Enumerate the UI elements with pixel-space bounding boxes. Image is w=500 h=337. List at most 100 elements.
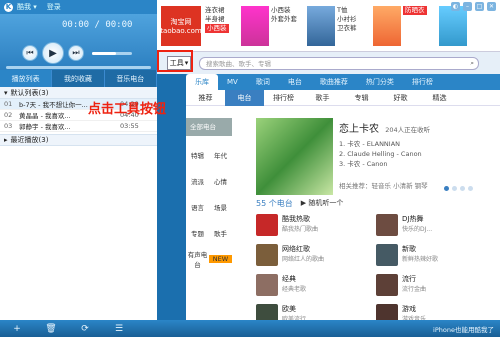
category-all[interactable]: 全部电台: [186, 118, 232, 136]
carousel-dot[interactable]: [444, 186, 449, 191]
maximize-button[interactable]: □: [475, 2, 484, 11]
ad-column-3[interactable]: T恤 小衬衫 卫衣裤: [337, 6, 371, 51]
song-item[interactable]: 1. 卡农 - ELANNIAN: [339, 139, 430, 149]
tab-mv[interactable]: MV: [218, 78, 247, 86]
carousel-dot[interactable]: [460, 186, 465, 191]
subnav-featured[interactable]: 精选: [420, 93, 459, 103]
ad-link[interactable]: T恤: [337, 6, 371, 15]
ad-column-1[interactable]: 连衣裙 半身裙 小西装: [205, 6, 239, 51]
search-icon[interactable]: ⌕: [470, 59, 474, 68]
delete-icon[interactable]: 🗑: [34, 324, 68, 334]
category-item[interactable]: 专题: [186, 228, 209, 238]
subnav-radio[interactable]: 电台: [225, 89, 264, 106]
related-tags[interactable]: 相关推荐：轻音乐 小清新 钢琴: [339, 180, 428, 190]
ad-link[interactable]: 小衬衫: [337, 15, 371, 24]
ad-image-1[interactable]: [241, 6, 269, 46]
table-row[interactable]: 03 郭静宇 - 我喜欢... 03:55: [0, 121, 157, 132]
station-name[interactable]: DJ热舞: [402, 214, 432, 224]
tab-recommend[interactable]: 歌曲推荐: [311, 77, 357, 87]
ad-image-2[interactable]: [307, 6, 335, 46]
ad-link[interactable]: 连衣裙: [205, 6, 239, 15]
recent-playlist-header[interactable]: ▸ 最近播放(3): [0, 134, 157, 146]
station-item[interactable]: DJ热舞 快乐的DJ...: [376, 214, 496, 238]
carousel-dot[interactable]: [468, 186, 473, 191]
stations-grid: 酷我热歌 酷我热门歌曲 DJ热舞 快乐的DJ... 网络红歌 网络红人的歌曲 新歌 新鲜热辣好…: [256, 214, 496, 328]
ad-image-4[interactable]: [439, 6, 467, 46]
ad-image-3[interactable]: [373, 6, 401, 46]
refresh-icon[interactable]: ⟳: [68, 324, 102, 334]
ad-link[interactable]: 卫衣裤: [337, 24, 371, 33]
tab-favorites[interactable]: 我的收藏: [52, 70, 105, 87]
station-item[interactable]: 网络红歌 网络红人的歌曲: [256, 244, 376, 268]
station-thumbnail[interactable]: [256, 244, 278, 266]
close-button[interactable]: ✕: [487, 2, 496, 11]
tab-categories[interactable]: 热门分类: [357, 77, 403, 87]
iphone-promo[interactable]: iPhone也能用酷我了: [433, 324, 500, 334]
featured-title[interactable]: 恋上卡农: [339, 124, 379, 135]
station-name[interactable]: 酷我热歌: [282, 214, 318, 224]
tab-charts[interactable]: 排行榜: [403, 77, 442, 87]
station-thumbnail[interactable]: [256, 274, 278, 296]
category-audio[interactable]: 有声电台: [186, 249, 209, 269]
previous-button[interactable]: ⏮: [22, 45, 38, 61]
station-thumbnail[interactable]: [256, 214, 278, 236]
taobao-logo[interactable]: 淘宝网 taobao.com: [160, 6, 202, 46]
station-name[interactable]: 欧美: [282, 304, 306, 314]
category-item[interactable]: 语言: [186, 202, 209, 212]
category-item[interactable]: 场景: [209, 202, 232, 212]
station-item[interactable]: 流行 流行金曲: [376, 274, 496, 298]
progress-bar[interactable]: [6, 66, 151, 69]
category-item[interactable]: 年代: [209, 150, 232, 160]
tab-radio[interactable]: 音乐电台: [105, 70, 157, 87]
station-item[interactable]: 酷我热歌酷我热门歌曲: [256, 214, 376, 238]
station-thumbnail[interactable]: [376, 214, 398, 236]
volume-slider[interactable]: [92, 51, 132, 55]
add-icon[interactable]: +: [0, 324, 34, 334]
station-item[interactable]: 新歌 新鲜热辣好歌: [376, 244, 496, 268]
song-item[interactable]: 2. Claude Helling - Canon: [339, 149, 430, 159]
tab-playlist[interactable]: 播放列表: [0, 70, 53, 87]
tab-lyrics[interactable]: 歌词: [247, 77, 279, 87]
skin-button[interactable]: ◐: [451, 2, 460, 11]
random-label: 随机听一个: [308, 199, 344, 207]
ad-tag[interactable]: 防晒衣: [403, 6, 427, 15]
tab-station[interactable]: 电台: [279, 77, 311, 87]
ad-column-4[interactable]: 防晒衣: [403, 6, 437, 51]
category-item[interactable]: 心情: [209, 176, 232, 186]
station-thumbnail[interactable]: [376, 274, 398, 296]
category-item[interactable]: 特辑: [186, 150, 209, 160]
random-station-link[interactable]: ▶ 随机听一个: [301, 198, 344, 209]
ad-column-2[interactable]: 小西装 外套外套: [271, 6, 305, 51]
ad-link[interactable]: 外套外套: [271, 15, 305, 24]
song-item[interactable]: 3. 卡农 - Canon: [339, 159, 430, 169]
login-link[interactable]: 登录: [47, 2, 61, 12]
app-menu[interactable]: 酷我 ▾: [17, 2, 37, 12]
category-item[interactable]: 流派: [186, 176, 209, 186]
station-item[interactable]: 经典 经典老歌: [256, 274, 376, 298]
minimize-button[interactable]: –: [463, 2, 472, 11]
menu-icon[interactable]: ☰: [102, 324, 136, 334]
station-desc: 酷我热门歌曲: [282, 226, 319, 233]
ad-banner[interactable]: 淘宝网 taobao.com 连衣裙 半身裙 小西装 小西装 外套外套 T恤 小…: [157, 0, 500, 52]
ad-tag[interactable]: 小西装: [205, 24, 229, 33]
station-name[interactable]: 流行: [402, 274, 426, 284]
subnav-recommend[interactable]: 推荐: [186, 93, 225, 103]
station-name[interactable]: 游戏: [402, 304, 426, 314]
station-thumbnail[interactable]: [376, 244, 398, 266]
subnav-artists[interactable]: 歌手: [303, 93, 342, 103]
station-name[interactable]: 新歌: [402, 244, 438, 254]
category-item[interactable]: 歌手: [209, 228, 232, 238]
next-button[interactable]: ⏭: [68, 45, 84, 61]
station-name[interactable]: 网络红歌: [282, 244, 324, 254]
station-name[interactable]: 经典: [282, 274, 306, 284]
tab-library[interactable]: 乐库: [186, 74, 218, 90]
ad-link[interactable]: 小西装: [271, 6, 305, 15]
carousel-dot[interactable]: [452, 186, 457, 191]
subnav-good-songs[interactable]: 好歌: [381, 93, 420, 103]
subnav-albums[interactable]: 专辑: [342, 93, 381, 103]
ad-link[interactable]: 半身裙: [205, 15, 239, 24]
featured-cover-image[interactable]: [256, 118, 333, 195]
play-button[interactable]: ▶: [42, 42, 64, 64]
search-input[interactable]: 搜索歌曲、歌手、专辑 ⌕: [199, 56, 479, 70]
subnav-charts[interactable]: 排行榜: [264, 93, 303, 103]
